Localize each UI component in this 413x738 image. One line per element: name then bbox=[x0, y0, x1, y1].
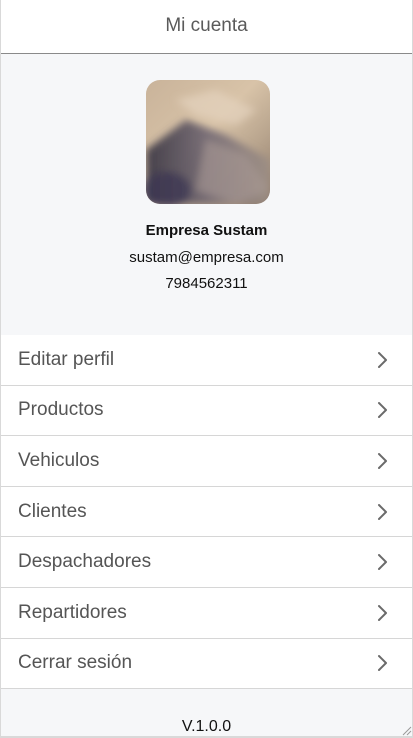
menu-item-label: Editar perfil bbox=[18, 348, 115, 370]
footer: V.1.0.0 bbox=[1, 689, 412, 736]
profile-section: Empresa Sustam sustam@empresa.com 798456… bbox=[1, 54, 412, 335]
chevron-right-icon bbox=[378, 351, 387, 368]
menu-item-label: Clientes bbox=[18, 500, 87, 522]
version-label: V.1.0.0 bbox=[181, 718, 232, 735]
profile-email: sustam@empresa.com bbox=[129, 249, 284, 266]
menu-item-cerrar-sesion[interactable]: Cerrar sesión bbox=[1, 639, 412, 690]
menu-item-vehiculos[interactable]: Vehiculos bbox=[1, 436, 412, 487]
menu-item-label: Cerrar sesión bbox=[18, 652, 133, 674]
menu-item-clientes[interactable]: Clientes bbox=[1, 487, 412, 538]
page-title: Mi cuenta bbox=[165, 14, 248, 36]
chevron-right-icon bbox=[378, 655, 387, 672]
menu-item-label: Despachadores bbox=[18, 551, 152, 573]
menu-item-label: Repartidores bbox=[18, 601, 127, 623]
chevron-right-icon bbox=[378, 452, 387, 469]
menu-item-repartidores[interactable]: Repartidores bbox=[1, 588, 412, 639]
menu-item-productos[interactable]: Productos bbox=[1, 386, 412, 437]
chevron-right-icon bbox=[378, 554, 387, 571]
menu-item-editar-perfil[interactable]: Editar perfil bbox=[1, 335, 412, 386]
chevron-right-icon bbox=[378, 402, 387, 419]
avatar[interactable] bbox=[146, 80, 270, 204]
account-menu: Editar perfil Productos Vehiculos Client… bbox=[1, 335, 412, 690]
app-screen: Mi cuenta Empresa Sustam sustam@empresa.… bbox=[0, 0, 413, 738]
profile-phone: 7984562311 bbox=[165, 275, 248, 292]
avatar-photo bbox=[146, 80, 270, 204]
resize-grip-icon[interactable] bbox=[400, 724, 412, 736]
header-bar: Mi cuenta bbox=[1, 0, 412, 54]
menu-item-label: Productos bbox=[18, 399, 104, 421]
menu-item-despachadores[interactable]: Despachadores bbox=[1, 537, 412, 588]
menu-item-label: Vehiculos bbox=[18, 449, 100, 471]
chevron-right-icon bbox=[378, 503, 387, 520]
profile-name: Empresa Sustam bbox=[145, 222, 268, 239]
chevron-right-icon bbox=[378, 604, 387, 621]
